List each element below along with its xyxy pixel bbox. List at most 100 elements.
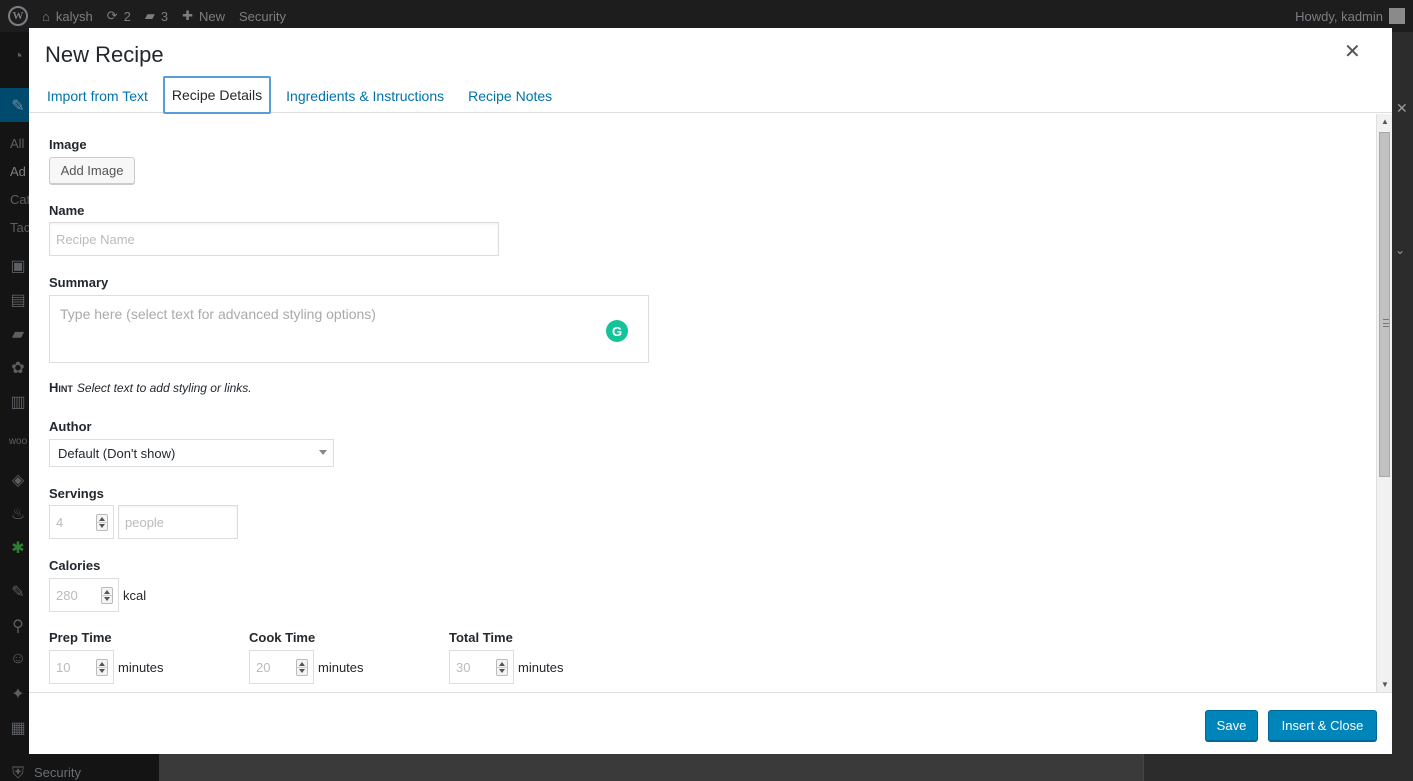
avatar [1389,8,1405,24]
tab-import-from-text[interactable]: Import from Text [38,76,157,114]
servings-unit-input[interactable]: people [118,505,238,539]
pages-icon[interactable]: ▤ [8,290,28,309]
grammarly-icon[interactable]: G [606,320,628,342]
new-recipe-modal: New Recipe ✕ Import from Text Recipe Det… [29,28,1392,754]
summary-label: Summary [49,275,109,290]
recipe-name-input[interactable]: Recipe Name [49,222,499,256]
settings-icon[interactable]: ▦ [8,718,28,737]
comments-icon: ▰ [144,8,155,23]
scrollbar-thumb[interactable] [1379,132,1390,477]
howdy-text: Howdy, kadmin [1295,8,1383,24]
comments-menu-icon[interactable]: ▰ [8,324,28,343]
save-button[interactable]: Save [1205,710,1258,741]
hint-body: Select text to add styling or links. [76,381,252,395]
add-image-button[interactable]: Add Image [49,157,135,184]
calories-label: Calories [49,558,101,573]
updates-icon: ⟳ [106,8,118,23]
prep-time-label: Prep Time [49,630,112,645]
comments-count: 3 [160,8,169,24]
servings-input[interactable]: 4 [49,505,114,539]
right-panel-box [1143,754,1413,781]
plugins-icon[interactable]: ⚲ [8,616,28,635]
author-selected-value: Default (Don't show) [58,445,176,461]
total-time-label: Total Time [449,630,513,645]
account-menu[interactable]: Howdy, kadmin [1295,8,1405,24]
summary-editor[interactable]: Type here (select text for advanced styl… [49,295,649,363]
submenu-item-all[interactable]: All [10,136,24,151]
cook-time-unit: minutes [318,660,364,675]
wp-logo-icon[interactable]: W [8,6,28,26]
woocommerce-icon[interactable]: woo [8,436,28,454]
chevron-down-icon [319,450,327,455]
modal-header: New Recipe ✕ Import from Text Recipe Det… [29,28,1392,114]
total-time-unit: minutes [518,660,564,675]
total-time-value: 30 [456,659,471,675]
cook-time-label: Cook Time [249,630,316,645]
home-icon: ⌂ [42,8,50,24]
prep-time-stepper[interactable] [96,659,108,676]
content-dimmed [159,754,1143,781]
cook-time-value: 20 [256,659,271,675]
recipes-icon[interactable]: ♨ [8,504,28,523]
calories-input[interactable]: 280 [49,578,119,612]
tools-icon[interactable]: ✦ [8,684,28,703]
feedback-icon[interactable]: ✿ [8,358,28,377]
new-label: New [199,8,226,24]
updates-link[interactable]: ⟳ 2 [107,8,131,24]
site-name-link[interactable]: ⌂ kalysh [42,9,93,24]
hint-text: Hint Select text to add styling or links. [49,380,252,395]
admin-menu-security-label[interactable]: Security [34,765,81,780]
cook-time-input[interactable]: 20 [249,650,314,684]
calories-stepper[interactable] [101,587,113,604]
plugin-icon[interactable]: ✱ [8,538,28,557]
trash-icon[interactable]: ▥ [8,392,28,411]
chevron-down-icon: ⌄ [1395,243,1406,257]
scroll-down-icon[interactable]: ▼ [1381,680,1389,689]
scroll-up-icon[interactable]: ▲ [1381,117,1389,126]
modal-body: Image Add Image Name Recipe Name Summary… [29,114,1392,692]
submenu-item-tags[interactable]: Tac [10,220,30,235]
author-select[interactable]: Default (Don't show) [49,439,334,467]
tab-recipe-details[interactable]: Recipe Details [162,76,272,114]
servings-label: Servings [49,486,104,501]
summary-placeholder: Type here (select text for advanced styl… [60,306,376,322]
modal-scrollbar[interactable]: ▲ ▼ [1376,114,1392,692]
security-link[interactable]: Security [239,9,286,24]
updates-count: 2 [123,8,131,24]
submenu-item-add[interactable]: Ad [10,164,26,179]
products-icon[interactable]: ◈ [8,470,28,489]
hint-label: Hint [49,380,73,395]
tab-recipe-notes[interactable]: Recipe Notes [459,76,561,114]
media-icon[interactable]: ▣ [8,256,28,275]
new-content-link[interactable]: ✚ New [182,8,225,24]
servings-value: 4 [56,514,64,530]
total-time-stepper[interactable] [496,659,508,676]
cook-time-stepper[interactable] [296,659,308,676]
insert-close-button[interactable]: Insert & Close [1268,710,1377,741]
close-icon[interactable]: ✕ [1344,42,1361,62]
modal-tabs: Import from Text Recipe Details Ingredie… [38,76,561,114]
prep-time-input[interactable]: 10 [49,650,114,684]
security-menu-icon[interactable]: ⛨ [8,765,28,781]
prep-time-unit: minutes [118,660,164,675]
dashboard-icon[interactable]: ◔ [8,48,28,66]
author-label: Author [49,419,92,434]
submenu-item-categories[interactable]: Cat [10,192,30,207]
appearance-icon[interactable]: ✎ [8,582,28,601]
modal-title: New Recipe [45,42,164,67]
panel-close-icon: ✕ [1396,100,1408,116]
pin-icon: ✎ [11,98,25,115]
comments-link[interactable]: ▰ 3 [145,8,168,24]
site-name: kalysh [55,8,93,24]
prep-time-value: 10 [56,659,71,675]
calories-value: 280 [56,587,78,603]
calories-unit: kcal [123,588,147,603]
total-time-input[interactable]: 30 [449,650,514,684]
name-label: Name [49,203,85,218]
servings-stepper[interactable] [96,514,108,531]
tab-ingredients-instructions[interactable]: Ingredients & Instructions [277,76,453,114]
users-icon[interactable]: ☺ [8,650,28,668]
modal-footer: Save Insert & Close [29,692,1392,754]
right-panel-dimmed [1392,32,1413,781]
plus-icon: ✚ [182,8,193,23]
